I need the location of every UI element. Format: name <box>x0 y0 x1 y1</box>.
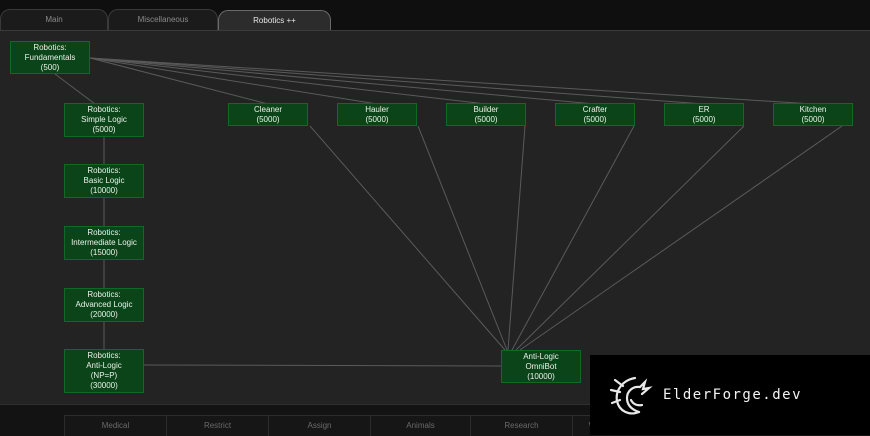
edge-kitchen-omnibot <box>519 125 843 351</box>
node-title: Robotics: <box>87 351 121 360</box>
node-robotics-basic-logic[interactable]: Robotics: Basic Logic (10000) <box>64 164 144 198</box>
watermark-banner: ElderForge.dev <box>590 355 870 435</box>
node-name: Anti-Logic <box>86 361 122 370</box>
node-cost: (5000) <box>474 114 498 124</box>
node-title: Anti-Logic <box>523 351 559 361</box>
bottom-tab-medical[interactable]: Medical <box>64 415 166 436</box>
node-name: OmniBot <box>525 361 557 371</box>
node-name: Kitchen <box>799 104 827 114</box>
bottom-tab-research[interactable]: Research <box>470 415 572 436</box>
bottom-tab-restrict[interactable]: Restrict <box>166 415 268 436</box>
edge-builder-omnibot <box>507 125 526 351</box>
node-title: Robotics: <box>87 290 121 299</box>
node-cost: (500) <box>40 62 60 72</box>
edge-er-omnibot <box>515 125 745 351</box>
node-name: Hauler <box>365 104 389 114</box>
node-kitchen[interactable]: Kitchen (5000) <box>773 103 853 126</box>
node-builder[interactable]: Builder (5000) <box>446 103 526 126</box>
edge-fundamentals-builder <box>89 57 487 105</box>
node-title: Robotics: <box>87 105 121 114</box>
node-robotics-intermediate-logic[interactable]: Robotics: Intermediate Logic (15000) <box>64 226 144 260</box>
bottom-tab-animals[interactable]: Animals <box>370 415 470 436</box>
node-extra: (NP=P) <box>90 371 118 380</box>
node-cost: (15000) <box>90 248 118 257</box>
node-title: Robotics: <box>33 42 67 52</box>
watermark-text: ElderForge.dev <box>663 387 803 403</box>
edge-fundamentals-er <box>89 57 705 105</box>
node-cost: (5000) <box>256 114 280 124</box>
node-cost: (5000) <box>583 114 607 124</box>
node-robotics-simple-logic[interactable]: Robotics: Simple Logic (5000) <box>64 103 144 137</box>
edge-hauler-omnibot <box>417 125 508 351</box>
node-cost: (5000) <box>92 125 116 134</box>
node-robotics-anti-logic[interactable]: Robotics: Anti-Logic (NP=P) (30000) <box>64 349 144 393</box>
edge-fundamentals-simple-logic <box>54 73 96 105</box>
node-name: Builder <box>473 104 499 114</box>
node-er[interactable]: ER (5000) <box>664 103 744 126</box>
node-name: Crafter <box>582 104 608 114</box>
node-cost: (5000) <box>365 114 389 124</box>
node-title: Robotics: <box>87 166 121 175</box>
node-name: Advanced Logic <box>75 300 133 309</box>
node-title: Robotics: <box>87 228 121 237</box>
node-anti-logic-omnibot[interactable]: Anti-Logic OmniBot (10000) <box>501 350 581 383</box>
edge-fundamentals-kitchen <box>89 57 814 105</box>
node-crafter[interactable]: Crafter (5000) <box>555 103 635 126</box>
node-robotics-advanced-logic[interactable]: Robotics: Advanced Logic (20000) <box>64 288 144 322</box>
node-cost: (10000) <box>90 186 118 195</box>
node-cost: (5000) <box>692 114 716 124</box>
node-cost: (10000) <box>527 371 555 381</box>
node-robotics-fundamentals[interactable]: Robotics: Fundamentals (500) <box>10 41 90 74</box>
node-name: Basic Logic <box>83 176 125 185</box>
bottom-tab-assign[interactable]: Assign <box>268 415 370 436</box>
edge-fundamentals-hauler <box>89 57 378 105</box>
node-cleaner[interactable]: Cleaner (5000) <box>228 103 308 126</box>
node-name: Cleaner <box>253 104 282 114</box>
node-cost: (5000) <box>801 114 825 124</box>
edge-anti-omnibot <box>143 364 502 367</box>
node-name: Fundamentals <box>24 52 76 62</box>
node-hauler[interactable]: Hauler (5000) <box>337 103 417 126</box>
edge-cleaner-omnibot <box>309 125 506 351</box>
node-name: Simple Logic <box>81 115 127 124</box>
edge-fundamentals-crafter <box>89 57 596 105</box>
node-cost: (30000) <box>90 381 118 390</box>
dragon-logo-icon <box>609 376 653 415</box>
edge-crafter-omnibot <box>511 125 635 351</box>
research-tree-edges <box>54 57 843 367</box>
node-name: Intermediate Logic <box>71 238 137 247</box>
node-cost: (20000) <box>90 310 118 319</box>
node-name: ER <box>698 104 710 114</box>
